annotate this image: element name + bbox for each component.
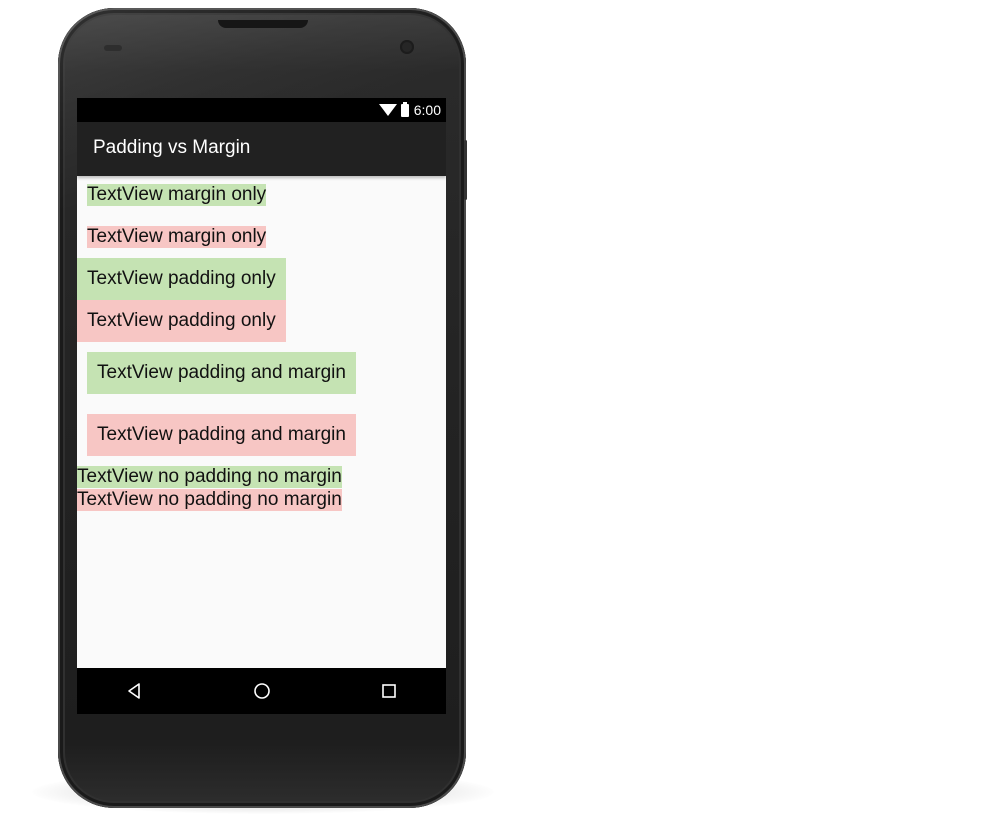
wifi-icon: [378, 104, 397, 116]
front-camera-icon: [400, 40, 414, 54]
back-icon[interactable]: [124, 680, 146, 702]
textview-padding-only-green: TextView padding only: [77, 258, 286, 300]
textview-no-padding-pink: TextView no padding no margin: [77, 489, 342, 511]
battery-icon: [400, 101, 409, 117]
textview-padding-only-pink: TextView padding only: [77, 300, 286, 342]
textview-margin-only-pink: TextView margin only: [87, 226, 267, 248]
textview-padding-and-margin-pink: TextView padding and margin: [87, 414, 356, 456]
textview-padding-and-margin-green: TextView padding and margin: [87, 352, 356, 394]
status-clock: 6:00: [413, 102, 441, 118]
status-bar: 6:00: [77, 98, 446, 122]
textview-list: TextView margin only TextView margin onl…: [77, 176, 446, 668]
recents-icon[interactable]: [378, 680, 400, 702]
home-icon[interactable]: [251, 680, 273, 702]
app-title: Padding vs Margin: [93, 137, 251, 158]
app-bar: Padding vs Margin: [77, 122, 446, 176]
textview-margin-only-green: TextView margin only: [87, 184, 267, 206]
navigation-bar: [77, 668, 446, 714]
device-screen: 6:00 Padding vs Margin TextView margin o…: [77, 98, 446, 714]
power-button[interactable]: [464, 140, 467, 200]
textview-no-padding-green: TextView no padding no margin: [77, 466, 342, 488]
earpiece-speaker: [218, 20, 308, 28]
status-icons: 6:00: [378, 101, 441, 119]
proximity-sensor: [104, 45, 122, 51]
